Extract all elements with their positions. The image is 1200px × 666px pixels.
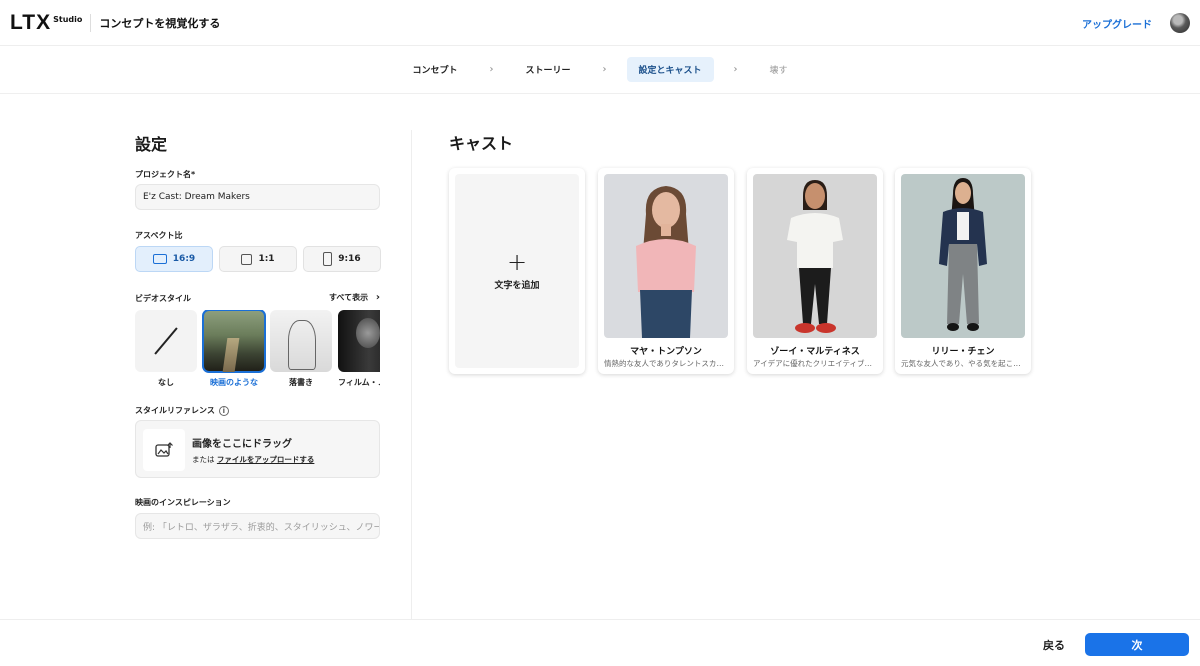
cast-card[interactable]: ゾーイ・マルティネス アイデアに優れたクリエイティブな友人 [747,168,883,374]
cast-card[interactable]: リリー・チェン 元気な友人であり、やる気を起こさせる [895,168,1031,374]
style-thumbnail [270,310,332,372]
style-label: フィルム・ノワール [338,378,380,387]
dropzone-prefix: または [192,455,215,464]
style-reference-label: スタイルリファレンス i [135,405,229,416]
panel-divider [411,130,412,620]
style-label: 映画のような [210,378,258,387]
inspiration-input[interactable]: 例: 「レトロ、ザラザラ、折衷的、スタイリッシュ、ノワール」 [135,513,380,539]
none-slash-icon [154,327,178,355]
style-label: 落書き [289,378,313,387]
cast-name: リリー・チェン [931,347,995,357]
ltx-studio-logo[interactable]: LTX Studio [10,11,82,35]
cast-photo [901,174,1025,338]
portrait-icon [323,252,333,266]
plus-icon: + [506,247,528,276]
aspect-option-label: 1:1 [258,254,275,264]
video-style-label: ビデオスタイル [135,294,191,303]
top-bar: LTX Studio コンセプトを視覚化する アップグレード [0,0,1200,46]
aspect-option-label: 16:9 [172,254,196,264]
add-character-label: 文字を追加 [494,280,540,291]
aspect-1-1-button[interactable]: 1:1 [219,246,297,272]
cast-description: アイデアに優れたクリエイティブな友人 [753,359,877,368]
landscape-icon [152,254,167,264]
image-upload-icon [143,429,185,471]
step-settings-cast[interactable]: 設定とキャスト [626,57,714,82]
square-icon [241,253,253,265]
chevron-right-icon: › [733,64,738,75]
header-divider [90,13,92,32]
step-story[interactable]: ストーリー [513,57,582,82]
upload-file-link[interactable]: ファイルをアップロードする [217,455,315,464]
cast-photo [604,174,728,338]
dropzone-title: 画像をここにドラッグ [192,439,292,450]
chevron-right-icon: › [375,292,380,303]
upgrade-link[interactable]: アップグレード [1082,16,1152,31]
info-icon[interactable]: i [218,405,229,416]
cast-description: 情熱的な友人でありタレントスカウト [604,359,728,368]
step-navigation: コンセプト › ストーリー › 設定とキャスト › 壊す [0,46,1200,94]
style-cinematic[interactable]: 映画のような [202,310,266,388]
show-all-label: すべて表示 [328,293,369,302]
style-thumbnail [338,310,380,372]
add-character-card[interactable]: + 文字を追加 [449,168,585,374]
cast-name: ゾーイ・マルティネス [770,347,860,357]
aspect-9-16-button[interactable]: 9:16 [303,246,381,272]
style-thumbnail [202,310,266,373]
style-sketch[interactable]: 落書き [270,310,332,388]
cast-card[interactable]: マヤ・トンプソン 情熱的な友人でありタレントスカウト [598,168,734,374]
chevron-right-icon: › [602,64,607,75]
back-button[interactable]: 戻る [1043,637,1065,653]
step-concept[interactable]: コンセプト [400,57,469,82]
style-thumbnail [135,310,197,372]
aspect-ratio-group: 16:9 1:1 9:16 [135,246,381,272]
project-name-input[interactable]: E'z Cast: Dream Makers [135,184,380,210]
chevron-right-icon: › [489,64,494,75]
project-name-label: プロジェクト名* [135,170,196,179]
aspect-option-label: 9:16 [338,254,361,264]
video-style-carousel: なし 映画のような 落書き フィルム・ノワール [135,310,380,390]
cast-photo [753,174,877,338]
add-character-button[interactable]: + 文字を追加 [455,174,579,368]
style-label: なし [158,378,174,387]
show-all-link[interactable]: すべて表示 › [329,292,380,303]
image-dropzone[interactable]: 画像をここにドラッグ または ファイルをアップロードする [135,420,380,478]
next-button[interactable]: 次 [1085,633,1189,656]
style-reference-text: スタイルリファレンス [135,406,215,415]
step-breakdown[interactable]: 壊す [758,57,800,82]
logo-subtext: Studio [53,14,83,24]
cast-name: マヤ・トンプソン [630,347,702,357]
inspiration-label: 映画のインスピレーション [135,498,231,507]
settings-title: 設定 [135,135,168,154]
avatar[interactable] [1170,13,1190,33]
cast-title: キャスト [449,134,514,153]
style-none[interactable]: なし [135,310,197,388]
page-title: コンセプトを視覚化する [99,16,221,30]
aspect-ratio-label: アスペクト比 [135,231,183,240]
aspect-16-9-button[interactable]: 16:9 [135,246,213,272]
style-film-noir[interactable]: フィルム・ノワール [338,310,380,388]
logo-text: LTX [10,10,52,34]
bottom-bar: 戻る 次 [0,619,1200,666]
dropzone-subtitle: または ファイルをアップロードする [192,454,314,465]
cast-description: 元気な友人であり、やる気を起こさせる [901,359,1025,368]
